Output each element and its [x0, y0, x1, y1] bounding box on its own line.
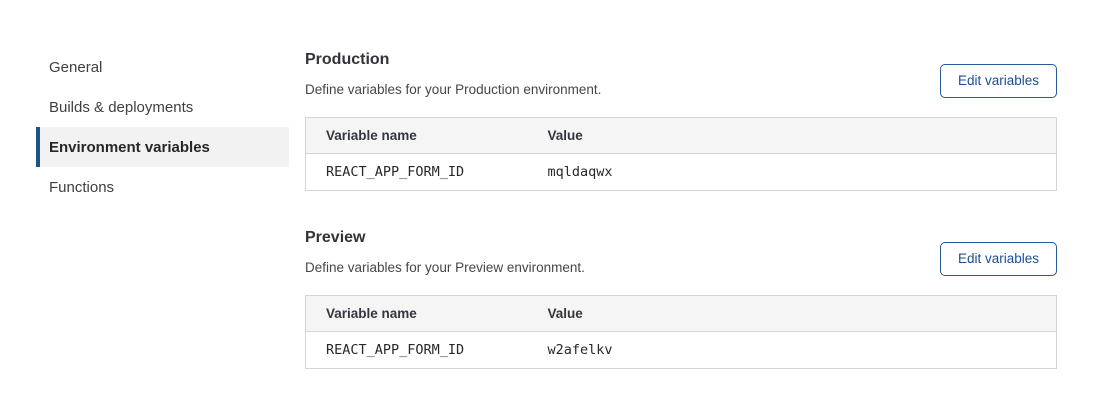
sidebar-item-environment-variables[interactable]: Environment variables — [36, 127, 289, 167]
table-row: REACT_APP_FORM_ID w2afelkv — [306, 332, 1057, 369]
environment-variables-panel: Production Define variables for your Pro… — [305, 50, 1057, 369]
production-section-header: Production Define variables for your Pro… — [305, 50, 1057, 98]
column-header-variable-name: Variable name — [306, 118, 528, 154]
column-header-variable-name: Variable name — [306, 296, 528, 332]
section-title-preview: Preview — [305, 228, 585, 247]
sidebar-item-builds-deployments[interactable]: Builds & deployments — [36, 87, 289, 127]
production-variables-table: Variable name Value REACT_APP_FORM_ID mq… — [305, 117, 1057, 191]
value-cell: w2afelkv — [528, 332, 1057, 369]
table-header-row: Variable name Value — [306, 118, 1057, 154]
section-description-preview: Define variables for your Preview enviro… — [305, 260, 585, 276]
section-title-production: Production — [305, 50, 601, 69]
preview-section-header: Preview Define variables for your Previe… — [305, 228, 1057, 276]
production-section: Production Define variables for your Pro… — [305, 50, 1057, 191]
section-description-production: Define variables for your Production env… — [305, 82, 601, 98]
table-header-row: Variable name Value — [306, 296, 1057, 332]
edit-variables-button-preview[interactable]: Edit variables — [940, 242, 1057, 276]
preview-section: Preview Define variables for your Previe… — [305, 228, 1057, 369]
value-cell: mqldaqwx — [528, 154, 1057, 191]
preview-section-text: Preview Define variables for your Previe… — [305, 228, 585, 276]
column-header-value: Value — [528, 296, 1057, 332]
edit-variables-button-production[interactable]: Edit variables — [940, 64, 1057, 98]
column-header-value: Value — [528, 118, 1057, 154]
production-section-text: Production Define variables for your Pro… — [305, 50, 601, 98]
sidebar-item-functions[interactable]: Functions — [36, 167, 289, 207]
settings-sidebar: General Builds & deployments Environment… — [36, 47, 289, 207]
variable-name-cell: REACT_APP_FORM_ID — [306, 332, 528, 369]
sidebar-item-general[interactable]: General — [36, 47, 289, 87]
preview-variables-table: Variable name Value REACT_APP_FORM_ID w2… — [305, 295, 1057, 369]
table-row: REACT_APP_FORM_ID mqldaqwx — [306, 154, 1057, 191]
variable-name-cell: REACT_APP_FORM_ID — [306, 154, 528, 191]
